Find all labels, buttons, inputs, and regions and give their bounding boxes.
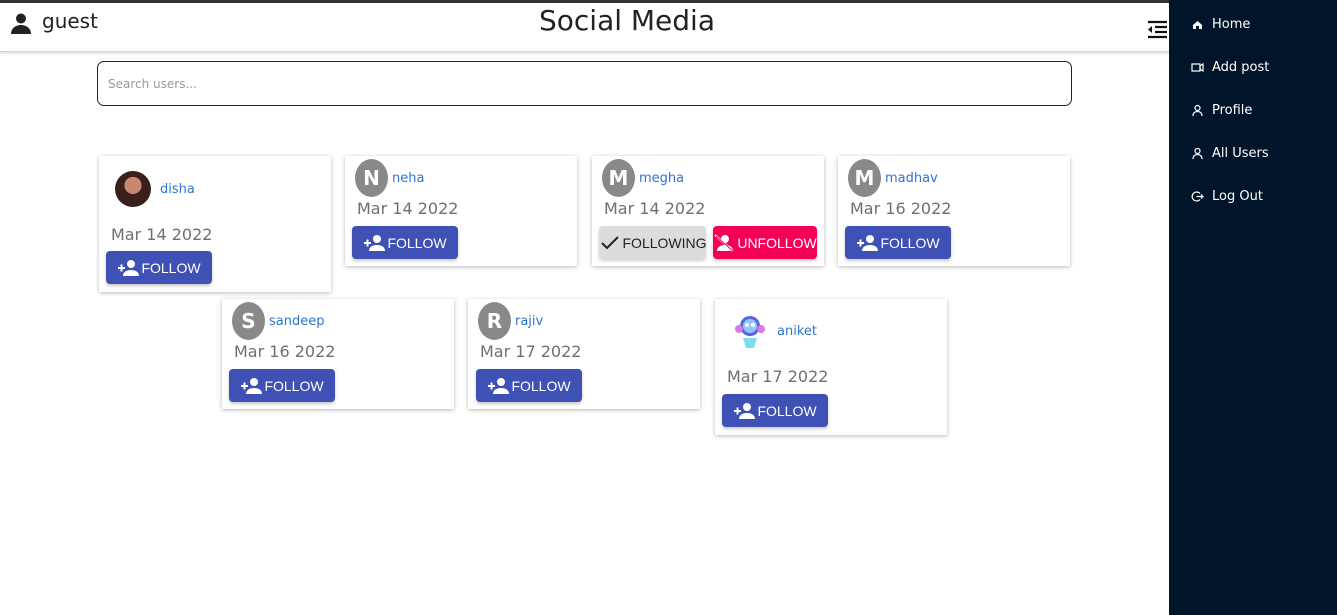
user-header: aniket [731, 312, 817, 350]
sidebar-item-add-post[interactable]: Add post [1191, 60, 1269, 75]
follow-button[interactable]: FOLLOW [722, 394, 828, 427]
user-icon [1192, 104, 1203, 117]
user-header: S sandeep [232, 302, 324, 340]
user-name[interactable]: aniket [777, 324, 817, 339]
following-button[interactable]: FOLLOWING [599, 226, 707, 259]
follow-button[interactable]: FOLLOW [476, 369, 582, 402]
user-icon [1192, 147, 1203, 160]
avatar: R [478, 302, 511, 340]
join-date: Mar 14 2022 [111, 225, 213, 244]
person-add-icon [488, 377, 510, 394]
join-date: Mar 14 2022 [604, 199, 706, 218]
user-name[interactable]: megha [639, 171, 684, 186]
avatar: M [848, 159, 881, 197]
person-add-icon [118, 259, 140, 276]
user-card-megha: M megha Mar 14 2022 FOLLOWING UNFOLLOW [592, 156, 824, 266]
user-name[interactable]: rajiv [515, 314, 543, 329]
person-add-icon [734, 402, 756, 419]
follow-button[interactable]: FOLLOW [229, 369, 335, 402]
avatar: M [602, 159, 635, 197]
follow-label: FOLLOW [511, 377, 571, 394]
sidebar-item-all-users[interactable]: All Users [1191, 146, 1269, 161]
join-date: Mar 16 2022 [234, 342, 336, 361]
user-header: disha [115, 171, 195, 207]
logout-icon [1191, 191, 1204, 202]
user-card-rajiv: R rajiv Mar 17 2022 FOLLOW [468, 299, 700, 409]
person-add-icon [364, 234, 386, 251]
follow-label: FOLLOW [757, 402, 817, 419]
menu-collapse-icon[interactable] [1145, 19, 1169, 41]
person-remove-icon [714, 233, 735, 252]
app-header: guest Social Media [0, 3, 1169, 52]
user-card-sandeep: S sandeep Mar 16 2022 FOLLOW [222, 299, 454, 409]
sidebar-item-label: Add post [1212, 60, 1270, 75]
avatar-photo [115, 171, 151, 207]
follow-button[interactable]: FOLLOW [845, 226, 951, 259]
sidebar: Home Add post Profile All Users Log Out [1169, 0, 1337, 615]
user-card-madhav: M madhav Mar 16 2022 FOLLOW [838, 156, 1070, 266]
follow-label: FOLLOW [141, 259, 201, 276]
person-add-icon [241, 377, 263, 394]
user-header: N neha [355, 159, 424, 197]
sidebar-item-home[interactable]: Home [1191, 17, 1250, 32]
join-date: Mar 17 2022 [480, 342, 582, 361]
follow-label: FOLLOW [880, 234, 940, 251]
sidebar-item-label: Home [1212, 17, 1251, 32]
video-icon [1191, 62, 1204, 73]
sidebar-item-label: Log Out [1212, 189, 1263, 204]
avatar: S [232, 302, 265, 340]
unfollow-button[interactable]: UNFOLLOW [713, 226, 817, 259]
sidebar-item-profile[interactable]: Profile [1191, 103, 1252, 118]
join-date: Mar 16 2022 [850, 199, 952, 218]
follow-button[interactable]: FOLLOW [106, 251, 212, 284]
robot-avatar-icon [731, 312, 769, 350]
user-card-disha: disha Mar 14 2022 FOLLOW [99, 156, 331, 292]
unfollow-label: UNFOLLOW [737, 234, 817, 251]
avatar: N [355, 159, 388, 197]
user-name[interactable]: disha [160, 182, 195, 197]
check-icon [600, 235, 619, 249]
following-label: FOLLOWING [622, 234, 707, 251]
join-date: Mar 14 2022 [357, 199, 459, 218]
search-input[interactable] [97, 61, 1072, 106]
sidebar-item-label: Profile [1212, 103, 1253, 118]
user-header: M madhav [848, 159, 938, 197]
follow-label: FOLLOW [264, 377, 324, 394]
sidebar-item-log-out[interactable]: Log Out [1191, 189, 1263, 204]
home-icon [1193, 21, 1202, 29]
join-date: Mar 17 2022 [727, 367, 829, 386]
user-name[interactable]: sandeep [269, 314, 324, 329]
person-add-icon [857, 234, 879, 251]
user-name[interactable]: neha [392, 171, 424, 186]
user-card-aniket: aniket Mar 17 2022 FOLLOW [715, 299, 947, 435]
follow-label: FOLLOW [387, 234, 447, 251]
page-title: Social Media [538, 4, 715, 37]
follow-button[interactable]: FOLLOW [352, 226, 458, 259]
user-card-neha: N neha Mar 14 2022 FOLLOW [345, 156, 577, 266]
user-header: R rajiv [478, 302, 543, 340]
user-name[interactable]: madhav [885, 171, 938, 186]
user-header: M megha [602, 159, 684, 197]
sidebar-item-label: All Users [1212, 146, 1269, 161]
